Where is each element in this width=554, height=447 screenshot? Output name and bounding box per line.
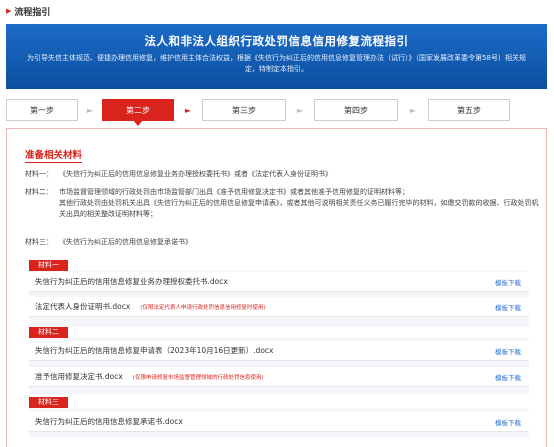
section-title: 流程指引 — [14, 7, 51, 18]
template-download-link[interactable]: 模板下载 — [495, 302, 521, 312]
banner-title: 法人和非法人组织行政处罚信息信用修复流程指引 — [144, 34, 409, 48]
step-tab-1[interactable]: 第一步 — [6, 99, 78, 121]
material-tag-3: 材料三 — [29, 397, 68, 408]
material-text: 市场监督管理领域的行政处罚由市场监管部门出具《准予信用修复决定书》或者其他准予信… — [59, 187, 539, 220]
material-text: 《失信行为纠正后的信用信息修复业务办理授权委托书》或者《法定代表人身份证明书》 — [59, 170, 332, 178]
file-row: 失信行为纠正后的信用信息修复业务办理授权委托书.docx 模板下载 — [29, 272, 529, 292]
triangle-icon: ▶ — [6, 7, 12, 15]
file-row: 失信行为纠正后的信用信息修复申请表（2023年10月16日更新）.docx 模板… — [29, 341, 529, 361]
file-note: (仅限法定代表人申请行政处罚信息信用修复时使用) — [140, 304, 266, 311]
material-text-part: 市场监督管理领域的行政处罚由市场监管部门出具《准予信用修复决定书》或者其他准予信… — [59, 188, 409, 196]
file-name[interactable]: 准予信用修复决定书.docx — [35, 371, 123, 382]
material-line-1: 材料一： 《失信行为纠正后的信用信息修复业务办理授权委托书》或者《法定代表人身份… — [25, 169, 539, 180]
file-note: (仅限申请修复市场监督管理领域的行政处罚信息使用) — [132, 374, 264, 381]
material-line-2: 材料二： 市场监督管理领域的行政处罚由市场监管部门出具《准予信用修复决定书》或者… — [25, 187, 539, 220]
step-tabs: 第一步 ► 第二步 ► 第三步 ► 第四步 ► 第五步 — [6, 98, 547, 126]
template-download-link[interactable]: 模板下载 — [495, 372, 521, 382]
file-name[interactable]: 失信行为纠正后的信用信息修复承诺书.docx — [35, 416, 183, 427]
material-label: 材料一： — [25, 170, 53, 178]
file-row: 法定代表人身份证明书.docx (仅限法定代表人申请行政处罚信息信用修复时使用)… — [29, 297, 529, 317]
arrow-right-icon: ► — [296, 105, 304, 115]
file-name[interactable]: 失信行为纠正后的信用信息修复申请表（2023年10月16日更新）.docx — [35, 345, 273, 356]
template-download-link[interactable]: 模板下载 — [495, 346, 521, 356]
material-text-part: 其他行政处罚由处罚机关出具《失信行为纠正后的信用信息修复申请表》，或者其他可说明… — [59, 199, 539, 218]
file-row: 失信行为纠正后的信用信息修复承诺书.docx 模板下载 — [29, 412, 529, 432]
template-download-link[interactable]: 模板下载 — [495, 277, 521, 287]
file-row: 准予信用修复决定书.docx (仅限申请修复市场监督管理领域的行政处罚信息使用)… — [29, 367, 529, 387]
section-header: ▶ 流程指引 — [6, 4, 50, 18]
banner-description: 为引导失信主体规范、便捷办理信用修复，维护信用主体合法权益，根据《失信行为纠正后… — [27, 54, 526, 73]
material-label: 材料三： — [25, 238, 53, 246]
arrow-right-icon: ► — [86, 105, 94, 115]
arrow-right-icon: ► — [409, 105, 417, 115]
material-label: 材料二： — [25, 188, 53, 196]
step-content-panel: 准备相关材料 材料一： 《失信行为纠正后的信用信息修复业务办理授权委托书》或者《… — [6, 128, 547, 447]
step-tab-2[interactable]: 第二步 — [102, 99, 174, 126]
material-line-3: 材料三： 《失信行为纠正后的信用信息修复承诺书》 — [25, 237, 539, 248]
file-name[interactable]: 法定代表人身份证明书.docx — [35, 301, 130, 312]
file-name[interactable]: 失信行为纠正后的信用信息修复业务办理授权委托书.docx — [35, 276, 228, 287]
arrow-right-icon: ► — [184, 105, 192, 115]
template-download-link[interactable]: 模板下载 — [495, 417, 521, 427]
step-tab-5[interactable]: 第五步 — [428, 99, 510, 121]
material-tag-1: 材料一 — [29, 260, 68, 271]
step-tab-3[interactable]: 第三步 — [202, 99, 286, 121]
step-tab-4[interactable]: 第四步 — [314, 99, 398, 121]
banner: 法人和非法人组织行政处罚信息信用修复流程指引 为引导失信主体规范、便捷办理信用修… — [6, 24, 547, 89]
material-text: 《失信行为纠正后的信用信息修复承诺书》 — [59, 238, 192, 246]
material-tag-2: 材料二 — [29, 327, 68, 338]
panel-title: 准备相关材料 — [25, 147, 83, 163]
